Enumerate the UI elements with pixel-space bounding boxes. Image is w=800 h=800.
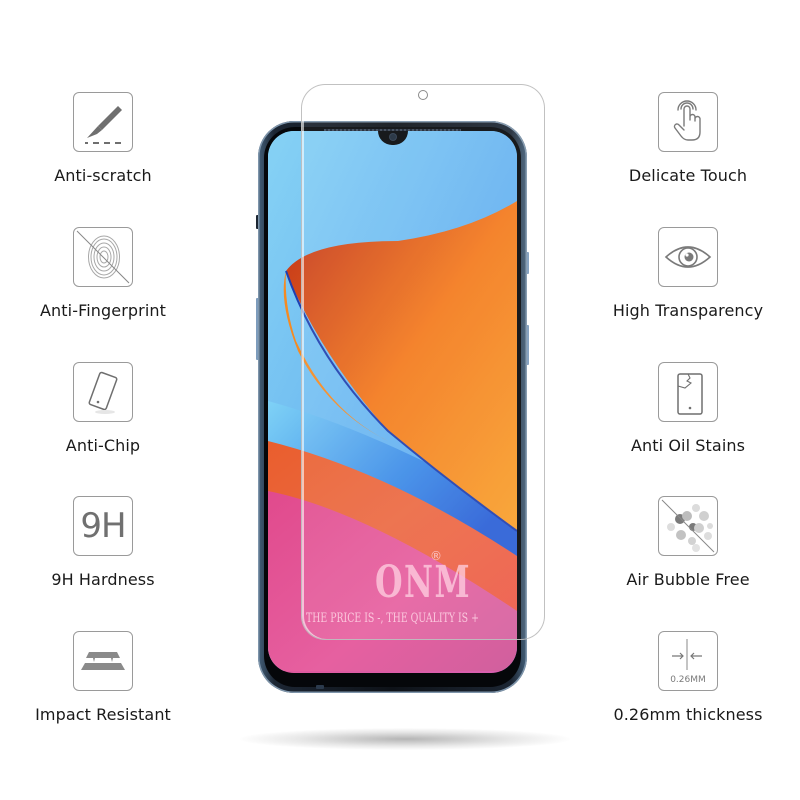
screen-protector: ONM ® THE PRICE IS -, THE QUALITY IS + bbox=[301, 84, 545, 640]
feature-label: Impact Resistant bbox=[35, 705, 171, 724]
feature-label: 9H Hardness bbox=[51, 570, 155, 589]
scalpel-icon bbox=[73, 92, 133, 152]
feature-label: 0.26mm thickness bbox=[613, 705, 763, 724]
feature-label: Air Bubble Free bbox=[626, 570, 750, 589]
fingerprint-icon bbox=[73, 227, 133, 287]
feature-thickness: 0.26MM 0.26mm thickness bbox=[588, 631, 788, 724]
feature-label: Anti-Fingerprint bbox=[40, 301, 166, 320]
feature-high-transparency: High Transparency bbox=[588, 227, 788, 320]
slogan-watermark: THE PRICE IS -, THE QUALITY IS + bbox=[306, 611, 479, 626]
bubbles-icon bbox=[658, 496, 718, 556]
feature-label: High Transparency bbox=[612, 301, 764, 320]
feature-impact-resistant: Impact Resistant bbox=[3, 631, 203, 724]
eye-icon bbox=[658, 227, 718, 287]
9h-icon-text: 9H bbox=[80, 506, 126, 546]
feature-anti-scratch: Anti-scratch bbox=[3, 92, 203, 185]
touch-hand-icon bbox=[658, 92, 718, 152]
feature-air-bubble-free: Air Bubble Free bbox=[588, 496, 788, 589]
registered-mark: ® bbox=[430, 549, 442, 563]
feature-label: Delicate Touch bbox=[628, 166, 748, 185]
earpiece-cutout bbox=[418, 90, 428, 100]
feature-label: Anti-Chip bbox=[65, 436, 141, 455]
usb-port bbox=[316, 685, 324, 689]
feature-delicate-touch: Delicate Touch bbox=[588, 92, 788, 185]
feature-9h-hardness: 9H 9H Hardness bbox=[3, 496, 203, 589]
brand-watermark: ONM bbox=[375, 557, 471, 608]
feature-anti-fingerprint: Anti-Fingerprint bbox=[3, 227, 203, 320]
feature-anti-chip: Anti-Chip bbox=[3, 362, 203, 455]
thickness-icon-text: 0.26MM bbox=[670, 675, 706, 685]
tilted-phone-icon bbox=[73, 362, 133, 422]
floor-shadow bbox=[240, 728, 570, 750]
layers-icon bbox=[73, 631, 133, 691]
9h-icon: 9H bbox=[73, 496, 133, 556]
cracked-phone-icon bbox=[658, 362, 718, 422]
feature-label: Anti-scratch bbox=[54, 166, 152, 185]
feature-anti-oil-stains: Anti Oil Stains bbox=[588, 362, 788, 455]
feature-label: Anti Oil Stains bbox=[630, 436, 746, 455]
thickness-icon: 0.26MM bbox=[658, 631, 718, 691]
